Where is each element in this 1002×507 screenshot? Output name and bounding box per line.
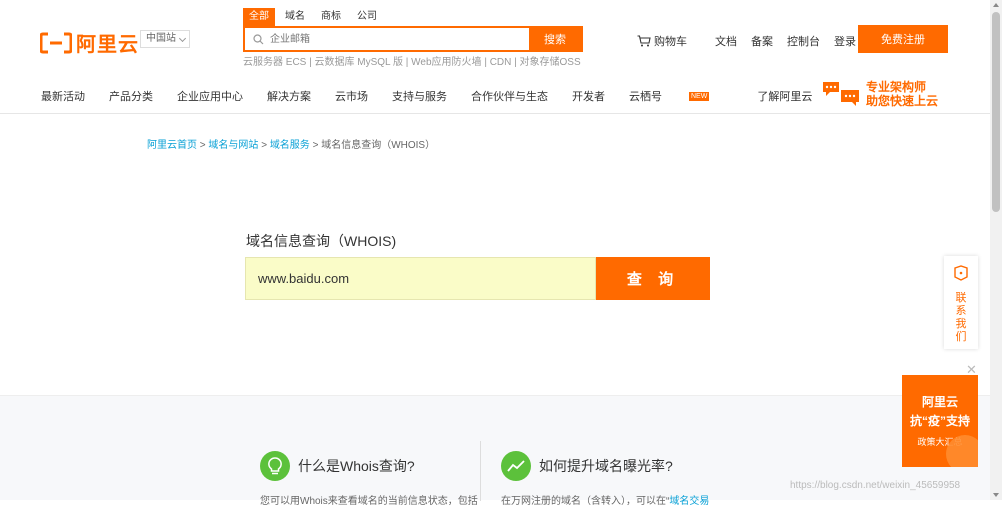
breadcrumb-separator: > (199, 140, 206, 151)
search-tab-domain[interactable]: 域名 (279, 8, 311, 26)
promo-line2: 抗“疫”支持 (909, 414, 970, 428)
search-field (245, 28, 529, 50)
nav-item-marketplace[interactable]: 云市场 (335, 88, 368, 104)
whois-form: www.baidu.com 查 询 (245, 257, 710, 300)
search-input[interactable] (268, 32, 508, 46)
breadcrumb-separator: > (261, 140, 268, 151)
nav-item-support[interactable]: 支持与服务 (392, 88, 447, 104)
contact-us-label: 联系我们 (955, 292, 967, 343)
register-button[interactable]: 免费注册 (858, 25, 948, 53)
improve-exposure: 如何提升域名曝光率? (501, 451, 673, 481)
aliyun-logo[interactable]: 阿里云 (39, 28, 139, 57)
search-box: 搜索 (243, 26, 583, 52)
lightbulb-icon (260, 451, 290, 481)
search-button[interactable]: 搜索 (529, 28, 581, 50)
divider (480, 441, 481, 501)
nav-item-solutions[interactable]: 解决方案 (267, 88, 311, 104)
main-nav-items: 最新活动 产品分类 企业应用中心 解决方案 云市场 支持与服务 合作伙伴与生态 … (41, 88, 836, 104)
nav-item-latest-activities[interactable]: 最新活动 (41, 88, 85, 104)
region-selector[interactable]: 中国站 (140, 30, 190, 48)
nav-item-yunqi[interactable]: 云栖号 NEW (629, 88, 733, 104)
whois-query-button[interactable]: 查 询 (596, 257, 710, 300)
scroll-thumb[interactable] (992, 12, 1000, 212)
scrollbar[interactable] (990, 0, 1002, 500)
what-is-whois: 什么是Whois查询? (260, 451, 415, 481)
breadcrumb-current: 域名信息查询（WHOIS） (321, 140, 436, 151)
breadcrumb-domains[interactable]: 域名与网站 (208, 140, 258, 151)
contact-icon (954, 265, 968, 281)
search-tab-company[interactable]: 公司 (351, 8, 383, 26)
architect-line2: 助您快速上云 (866, 94, 939, 108)
search-tab-all[interactable]: 全部 (243, 8, 275, 26)
improve-exposure-title: 如何提升域名曝光率? (539, 458, 673, 474)
aliyun-logo-icon (39, 32, 73, 54)
scroll-down-arrow-icon[interactable] (993, 493, 999, 497)
trend-chart-icon (501, 451, 531, 481)
hot-product-links[interactable]: 云服务器 ECS | 云数据库 MySQL 版 | Web应用防火墙 | CDN… (243, 53, 581, 68)
chevron-down-icon (178, 34, 187, 43)
login-link[interactable]: 登录 (834, 33, 856, 49)
promo-line1: 阿里云 (921, 395, 958, 409)
page-title: 域名信息查询（WHOIS) (246, 233, 397, 249)
domain-trade-link[interactable]: 域名交易 (669, 496, 709, 507)
nav-item-yunqi-label: 云栖号 (629, 91, 662, 103)
architect-line1: 专业架构师 (866, 80, 927, 94)
nav-item-developers[interactable]: 开发者 (572, 88, 605, 104)
architect-text: 专业架构师 助您快速上云 (866, 80, 938, 108)
main-nav: 最新活动 产品分类 企业应用中心 解决方案 云市场 支持与服务 合作伙伴与生态 … (0, 80, 990, 114)
logo-text: 阿里云 (76, 32, 139, 56)
search-tabs: 全部 域名 商标 公司 (243, 8, 387, 26)
console-link[interactable]: 控制台 (787, 33, 820, 49)
cart-icon (637, 35, 651, 47)
top-links: 购物车 文档 备案 控制台 登录 (637, 33, 870, 49)
beian-link[interactable]: 备案 (751, 33, 773, 49)
promo-decoration (946, 435, 978, 467)
cart-label: 购物车 (654, 36, 687, 48)
breadcrumb: 阿里云首页 > 域名与网站 > 域名服务 > 域名信息查询（WHOIS） (147, 136, 435, 151)
docs-link[interactable]: 文档 (715, 33, 737, 49)
breadcrumb-home[interactable]: 阿里云首页 (147, 140, 197, 151)
contact-us-widget[interactable]: 联系我们 (944, 256, 978, 349)
whois-domain-input[interactable]: www.baidu.com (245, 257, 596, 300)
search-tab-trademark[interactable]: 商标 (315, 8, 347, 26)
region-label: 中国站 (146, 33, 176, 44)
nav-item-partners[interactable]: 合作伙伴与生态 (471, 88, 548, 104)
scroll-up-arrow-icon[interactable] (993, 3, 999, 7)
nav-item-enterprise-apps[interactable]: 企业应用中心 (177, 88, 243, 104)
new-badge: NEW (689, 91, 710, 101)
promo-banner[interactable]: 阿里云 抗“疫”支持 政策大汇总 (902, 375, 978, 467)
nav-item-about[interactable]: 了解阿里云 (757, 88, 812, 104)
breadcrumb-domain-service[interactable]: 域名服务 (270, 140, 310, 151)
what-is-whois-title: 什么是Whois查询? (298, 458, 415, 474)
watermark: https://blog.csdn.net/weixin_45659958 (790, 480, 961, 491)
cart-link[interactable]: 购物车 (637, 33, 701, 49)
architect-consult-banner[interactable]: 专业架构师 助您快速上云 (822, 80, 938, 108)
improve-exposure-desc-text: 在万网注册的域名（含转入），可以在“ (501, 496, 670, 507)
breadcrumb-separator: > (312, 140, 319, 151)
search-icon (253, 33, 264, 44)
nav-item-products[interactable]: 产品分类 (109, 88, 153, 104)
chat-bubbles-icon (823, 82, 859, 106)
